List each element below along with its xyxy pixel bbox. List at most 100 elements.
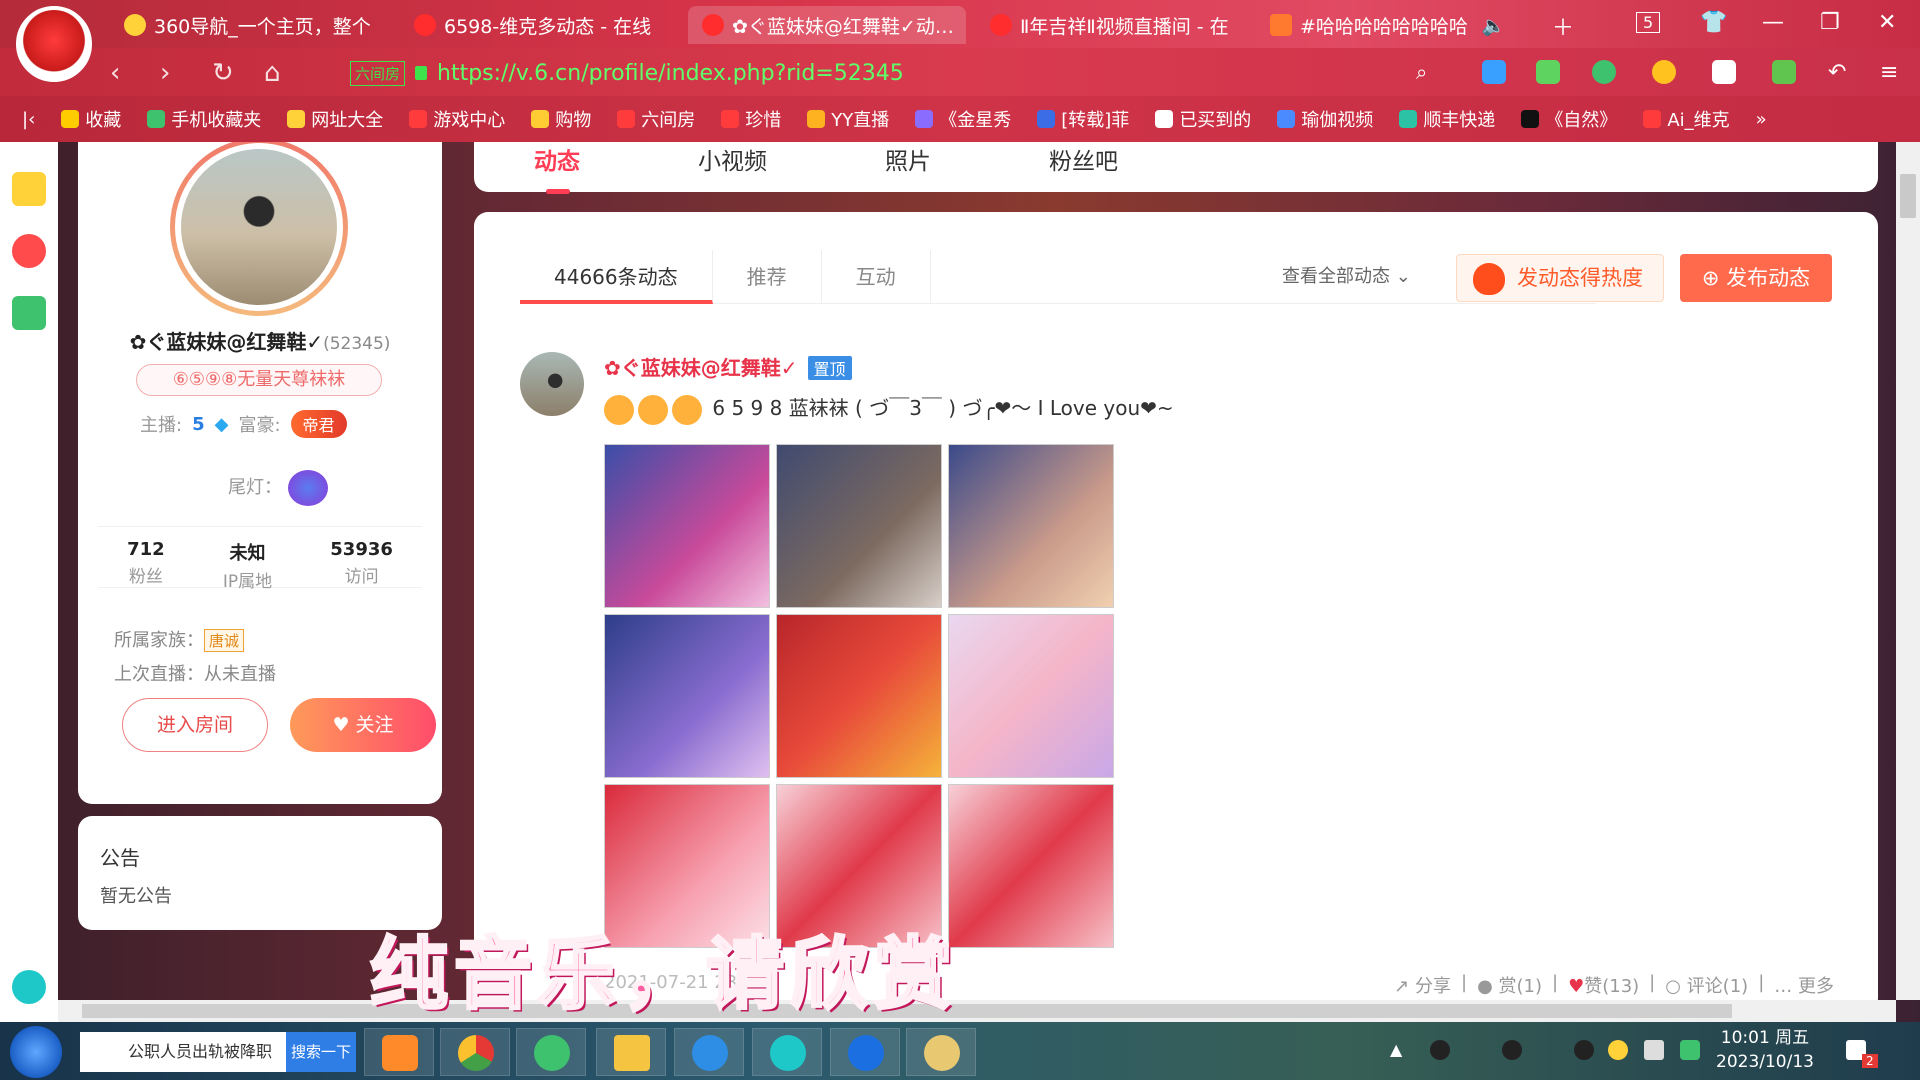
network-icon[interactable] (1644, 1040, 1664, 1060)
taskbar-clock[interactable]: 10:01 周五 2023/10/13 (1716, 1026, 1814, 1074)
qq-icon[interactable] (1502, 1040, 1522, 1060)
bookmark-item[interactable]: 《金星秀 (915, 106, 1011, 132)
post-image[interactable] (776, 614, 942, 778)
vertical-scrollbar[interactable] (1896, 142, 1920, 1000)
bookmark-item[interactable]: 游戏中心 (409, 106, 505, 132)
phone-icon (147, 110, 166, 128)
tab-haha[interactable]: #哈哈哈哈哈哈哈哈 🔈 (1256, 6, 1526, 44)
ai-icon[interactable] (1482, 60, 1506, 84)
start-button[interactable] (10, 1026, 62, 1078)
post-image[interactable] (948, 614, 1114, 778)
tab-live-room[interactable]: Ⅱ年吉祥Ⅱ视频直播间 - 在 (976, 6, 1248, 44)
taskbar-app-ie[interactable] (674, 1028, 744, 1076)
bookmark-item[interactable]: 收藏 (61, 106, 121, 132)
restore-icon[interactable]: ❐ (1820, 10, 1840, 35)
post-image[interactable] (604, 444, 770, 608)
translate-icon[interactable] (1592, 60, 1616, 84)
post-image[interactable] (604, 614, 770, 778)
bookmark-item[interactable]: 购物 (531, 106, 591, 132)
taskbar-app-player[interactable] (364, 1028, 434, 1076)
like-button[interactable]: ♥赞(13) (1568, 972, 1639, 998)
new-tab-icon[interactable]: ＋ (1552, 10, 1574, 42)
minimize-icon[interactable]: — (1762, 10, 1784, 35)
taskbar-app-k[interactable] (830, 1028, 900, 1076)
reward-button[interactable]: ● 赏(1) (1477, 972, 1542, 998)
horizontal-scrollbar[interactable] (58, 1000, 1896, 1022)
skin-icon[interactable]: 👕 (1700, 10, 1727, 35)
tab-fan-club[interactable]: 粉丝吧 (1049, 142, 1118, 182)
tab-feed[interactable]: 动态 (534, 142, 580, 194)
share-button[interactable]: ↗ 分享 (1394, 972, 1451, 998)
tab-360-nav[interactable]: 360导航_一个主页，整个 (110, 6, 390, 44)
post-image[interactable] (948, 784, 1114, 948)
back-icon[interactable]: ‹ (110, 58, 120, 88)
taskbar-search-button[interactable]: 搜索一下 (286, 1032, 356, 1072)
qq-icon[interactable] (1430, 1040, 1450, 1060)
apps-icon[interactable] (1772, 60, 1796, 84)
security-shield-icon[interactable] (1680, 1040, 1700, 1060)
bookmark-item[interactable]: 手机收藏夹 (147, 106, 261, 132)
avatar[interactable] (170, 142, 348, 316)
tab-profile-active[interactable]: ✿ぐ蓝妹妹@红舞鞋✓动… ✕ (688, 6, 966, 44)
site-icon (915, 110, 934, 128)
gamepad-icon[interactable] (1712, 60, 1736, 84)
taskbar-app-360[interactable] (516, 1028, 586, 1076)
tab-photos[interactable]: 照片 (885, 142, 931, 182)
feed-tabs: 44666条动态 推荐 互动 (520, 250, 1596, 304)
forward-icon[interactable]: › (160, 58, 170, 88)
post-for-heat-button[interactable]: 发动态得热度 (1456, 254, 1664, 302)
tab-interactions[interactable]: 互动 (822, 250, 931, 304)
follow-button[interactable]: ♥ 关注 (290, 698, 436, 752)
bookmark-item[interactable]: YY直播 (807, 106, 889, 132)
bookmark-item[interactable]: 六间房 (617, 106, 695, 132)
undo-icon[interactable]: ↶ (1828, 60, 1852, 85)
more-button[interactable]: … 更多 (1774, 972, 1834, 998)
mail-icon[interactable] (12, 296, 46, 330)
tab-short-video[interactable]: 小视频 (698, 142, 767, 182)
tab-victor-feed[interactable]: 6598-维克多动态 - 在线 (400, 6, 680, 44)
comment-button[interactable]: ○ 评论(1) (1665, 972, 1748, 998)
view-all-dropdown[interactable]: 查看全部动态 ⌄ (1282, 262, 1411, 288)
bookmark-item[interactable]: Ai_维克 (1643, 106, 1730, 132)
bookmark-item[interactable]: 已买到的 (1155, 106, 1251, 132)
bookmark-item[interactable]: 顺丰快递 (1399, 106, 1495, 132)
tray-expand-icon[interactable]: ▲ (1390, 1040, 1410, 1060)
post-author-avatar[interactable] (520, 352, 584, 416)
post-image[interactable] (948, 444, 1114, 608)
assistant-icon[interactable] (12, 970, 46, 1004)
search-icon[interactable]: ⌕ (1416, 60, 1440, 84)
taskbar-app-avatar[interactable] (906, 1028, 976, 1076)
publish-post-button[interactable]: ⊕ 发布动态 (1680, 254, 1832, 302)
family-badge[interactable]: 唐诚 (204, 629, 245, 652)
tab-recommended[interactable]: 推荐 (713, 250, 822, 304)
reload-icon[interactable]: ↻ (212, 58, 234, 88)
bookmark-item[interactable]: 瑜伽视频 (1277, 106, 1373, 132)
taskbar-app-explorer[interactable] (596, 1028, 666, 1076)
taskbar-app-assistant[interactable] (752, 1028, 822, 1076)
weibo-icon[interactable] (12, 234, 46, 268)
qq-icon[interactable] (1574, 1040, 1594, 1060)
favorites-icon[interactable] (12, 172, 46, 206)
taskbar-app-chrome[interactable] (440, 1028, 510, 1076)
post-image[interactable] (776, 444, 942, 608)
bookmarks-toggle-icon[interactable]: |‹ (22, 109, 35, 130)
taskbar-search-input[interactable]: 公职人员出轨被降职 (80, 1032, 286, 1072)
url-field[interactable]: 六间房 https://v.6.cn/profile/index.php?rid… (350, 56, 1420, 90)
bookmark-item[interactable]: [转载]菲 (1037, 106, 1129, 132)
bookmark-item[interactable]: 《自然》 (1521, 106, 1617, 132)
home-icon[interactable]: ⌂ (264, 58, 281, 88)
close-window-icon[interactable]: ✕ (1878, 10, 1896, 35)
menu-icon[interactable]: ≡ (1880, 60, 1904, 85)
tray-app-icon[interactable] (1608, 1040, 1628, 1060)
scrollbar-thumb[interactable] (1900, 174, 1916, 218)
tab-all-posts[interactable]: 44666条动态 (520, 250, 713, 304)
shield-icon[interactable] (1652, 60, 1676, 84)
bookmark-item[interactable]: 珍惜 (721, 106, 781, 132)
more-bookmarks-icon[interactable]: » (1756, 109, 1767, 130)
scissors-icon[interactable] (1536, 60, 1560, 84)
browser-logo-icon[interactable] (16, 6, 92, 82)
bookmark-item[interactable]: 网址大全 (287, 106, 383, 132)
stat-fans[interactable]: 712 粉丝 (127, 539, 165, 587)
enter-room-button[interactable]: 进入房间 (122, 698, 268, 752)
tab-count-badge[interactable]: 5 (1636, 12, 1661, 33)
